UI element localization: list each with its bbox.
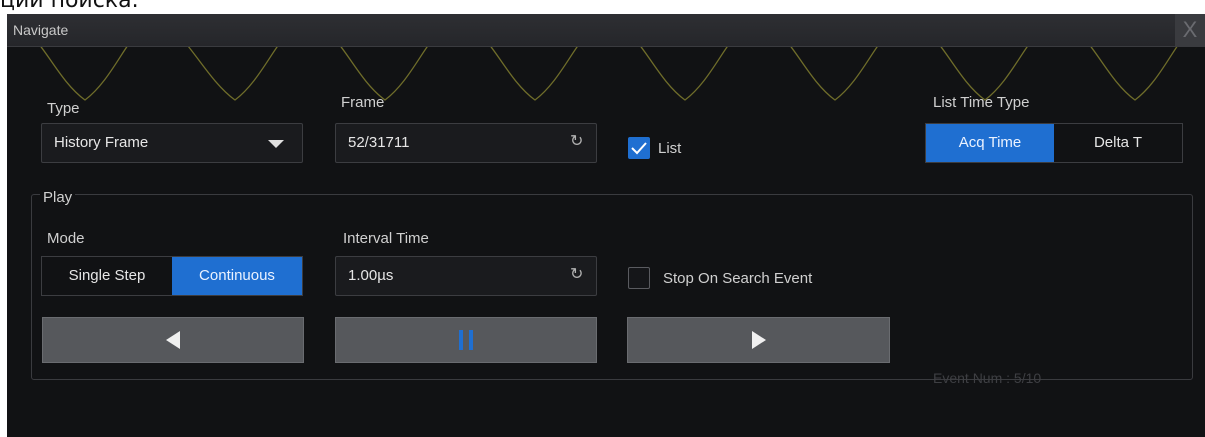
frame-label: Frame	[341, 94, 385, 111]
list-label: List	[658, 140, 682, 157]
previous-icon	[166, 331, 180, 349]
acq-time-option[interactable]: Acq Time	[926, 124, 1054, 162]
frame-value: 52/31711	[348, 134, 410, 151]
refresh-icon[interactable]: ↻	[570, 267, 584, 283]
list-time-type-toggle: Acq Time Delta T	[925, 123, 1183, 163]
delta-t-option[interactable]: Delta T	[1054, 124, 1182, 162]
play-group-label: Play	[40, 189, 76, 206]
type-label: Type	[47, 100, 80, 117]
previous-button[interactable]	[42, 317, 304, 363]
chevron-down-icon	[268, 140, 284, 148]
mode-toggle: Single Step Continuous	[41, 256, 303, 296]
type-dropdown[interactable]: History Frame	[41, 123, 303, 163]
close-button[interactable]: X	[1175, 14, 1205, 46]
pause-icon	[459, 330, 473, 350]
caption-fragment: ции поиска.	[0, 0, 139, 13]
continuous-option[interactable]: Continuous	[172, 257, 302, 295]
interval-time-input[interactable]: 1.00µs ↻	[335, 256, 597, 296]
stop-on-search-checkbox[interactable]	[628, 267, 650, 289]
frame-input[interactable]: 52/31711 ↻	[335, 123, 597, 163]
dialog-titlebar: Navigate X	[7, 14, 1205, 47]
refresh-icon[interactable]: ↻	[570, 134, 584, 150]
single-step-option[interactable]: Single Step	[42, 257, 172, 295]
interval-time-value: 1.00µs	[348, 267, 394, 284]
list-checkbox[interactable]	[628, 137, 650, 159]
mode-label: Mode	[47, 230, 85, 247]
event-num-text: Event Num : 5/10	[933, 370, 1042, 386]
type-value: History Frame	[54, 134, 149, 151]
checkmark-icon	[631, 142, 647, 155]
navigate-dialog: Navigate X Type History Frame Frame 52/3…	[7, 14, 1205, 437]
next-button[interactable]	[627, 317, 890, 363]
stop-on-search-label: Stop On Search Event	[663, 270, 813, 287]
interval-time-label: Interval Time	[343, 230, 429, 247]
dialog-title: Navigate	[13, 22, 69, 38]
pause-button[interactable]	[335, 317, 597, 363]
next-icon	[751, 331, 766, 349]
list-time-type-label: List Time Type	[933, 94, 1030, 111]
